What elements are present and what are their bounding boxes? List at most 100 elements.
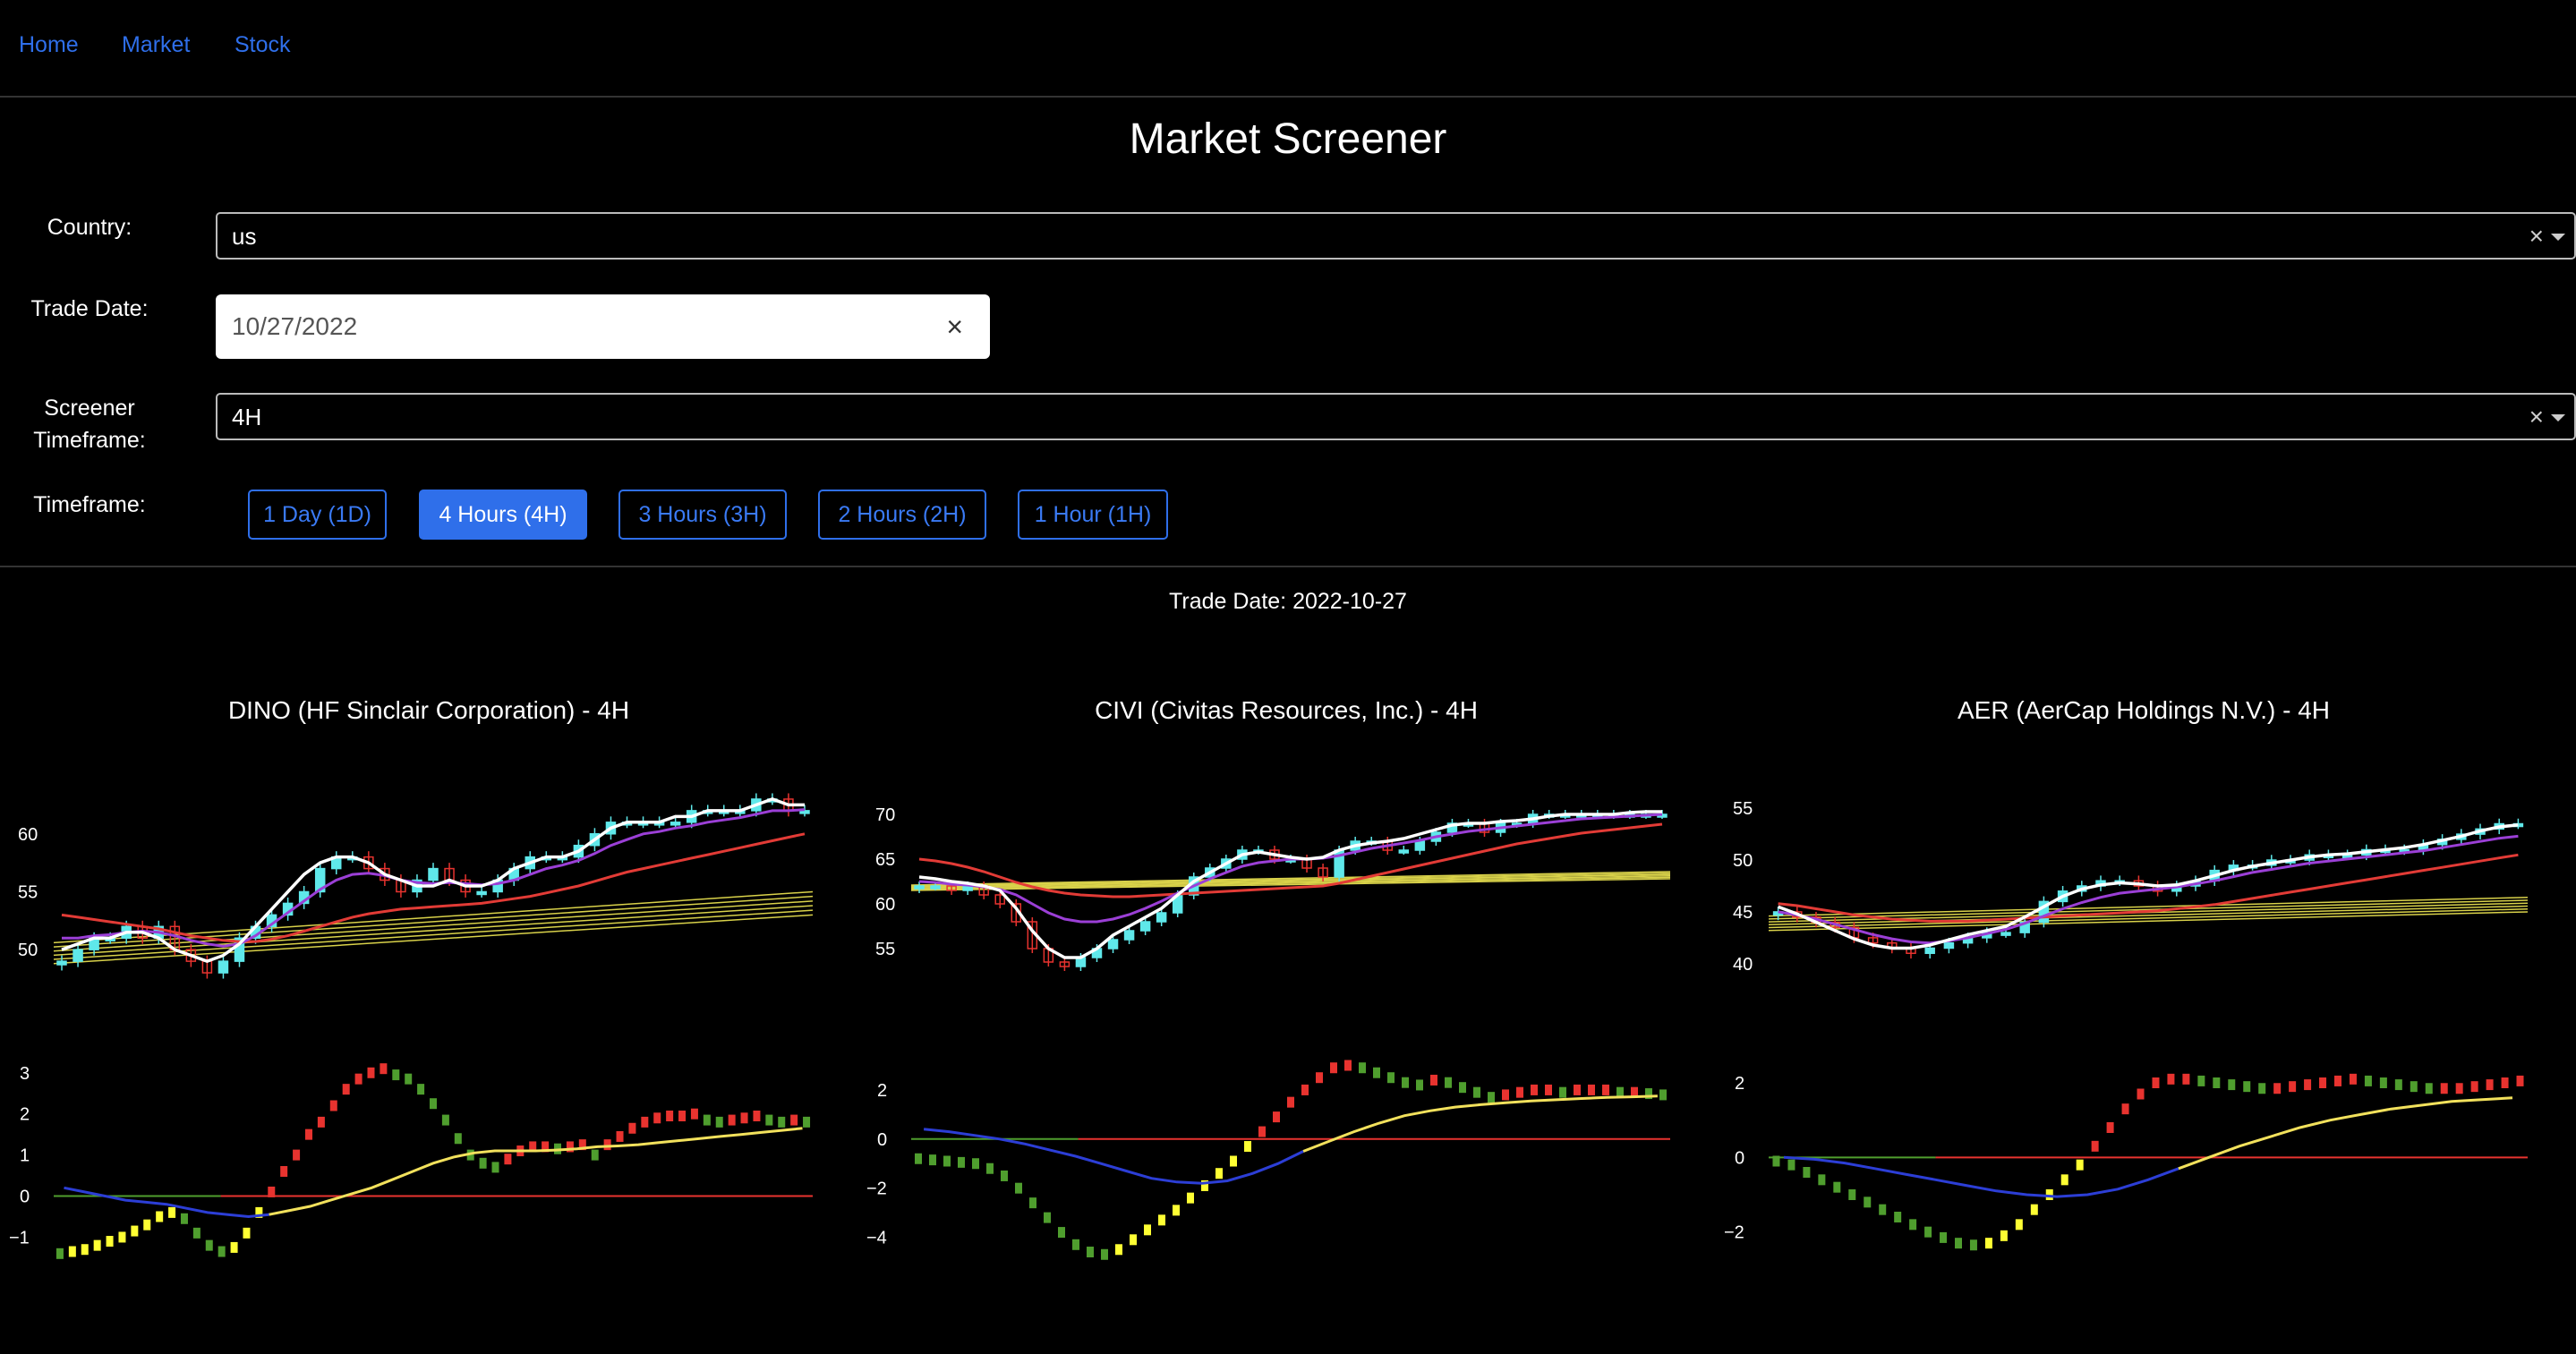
candle-body: [1414, 840, 1426, 851]
osc-histogram-bar: [479, 1157, 487, 1169]
screener-timeframe-label-line1: Screener: [44, 396, 135, 421]
candle-body: [1123, 930, 1135, 941]
osc-histogram-bar: [2243, 1081, 2251, 1093]
osc-histogram-bar: [2470, 1081, 2478, 1093]
osc-histogram-bar: [591, 1149, 599, 1161]
osc-histogram-bar: [441, 1114, 449, 1126]
osc-histogram-bar: [1144, 1224, 1151, 1236]
osc-histogram-bar: [1215, 1168, 1223, 1179]
chevron-down-icon[interactable]: [2551, 414, 2565, 422]
top-nav: Home Market Stock: [0, 0, 2576, 98]
osc-histogram-bar: [2319, 1077, 2327, 1088]
osc-histogram-bar: [790, 1114, 798, 1126]
osc-histogram-bar: [2182, 1073, 2190, 1085]
osc-histogram-bar: [678, 1110, 687, 1121]
signal-line-low: [64, 1186, 269, 1219]
osc-histogram-bar: [2516, 1075, 2524, 1086]
osc-histogram-bar: [929, 1154, 936, 1166]
osc-histogram-bar: [803, 1116, 811, 1128]
page-title: Market Screener: [1129, 115, 1447, 163]
osc-histogram-bar: [1772, 1155, 1780, 1167]
chart-civi: 55 60 65 70 −4 2 0 −2: [866, 805, 1671, 1260]
osc-histogram-bar: [641, 1116, 649, 1128]
osc-histogram-bar: [1559, 1086, 1566, 1098]
osc-histogram-bar: [1258, 1126, 1266, 1137]
osc-histogram-bar: [1359, 1062, 1366, 1074]
osc-histogram-bar: [2000, 1230, 2008, 1241]
osc-histogram-bar: [715, 1116, 723, 1128]
osc-histogram-bar: [405, 1073, 413, 1085]
osc-histogram-bar: [2197, 1075, 2205, 1086]
candle-body: [1943, 941, 1955, 950]
osc-histogram-bar: [81, 1244, 89, 1256]
country-select[interactable]: us ×: [216, 212, 2576, 260]
price-tick-label: 40: [1733, 955, 1753, 975]
nav-stock-link[interactable]: Stock: [235, 32, 291, 58]
osc-histogram-bar: [1894, 1212, 1902, 1222]
osc-histogram-bar: [1473, 1086, 1480, 1098]
timeframe-4h-button[interactable]: 4 Hours (4H): [419, 490, 587, 540]
osc-histogram-bar: [1187, 1192, 1194, 1204]
osc-tick-label: 1: [20, 1146, 30, 1166]
osc-histogram-bar: [915, 1153, 922, 1164]
osc-histogram-bar: [329, 1100, 337, 1111]
osc-histogram-bar: [491, 1162, 499, 1173]
nav-market-link[interactable]: Market: [122, 32, 190, 58]
osc-histogram-bar: [1488, 1092, 1495, 1103]
osc-histogram-bar: [628, 1122, 636, 1134]
timeframe-1h-button[interactable]: 1 Hour (1H): [1018, 490, 1168, 540]
osc-histogram-bar: [106, 1236, 114, 1248]
section-divider: [0, 566, 2576, 567]
ma-long-line: [1768, 896, 2529, 917]
osc-histogram-bar: [317, 1116, 325, 1128]
osc-histogram-bar: [280, 1165, 288, 1177]
osc-histogram-bar: [342, 1084, 350, 1095]
price-tick-label: 55: [875, 940, 895, 959]
osc-histogram-bar: [1244, 1141, 1251, 1153]
candle-body: [476, 890, 487, 896]
price-tick-label: 55: [1733, 799, 1753, 819]
osc-histogram-bar: [2410, 1081, 2418, 1093]
osc-histogram-bar: [703, 1114, 711, 1126]
osc-histogram-bar: [778, 1116, 786, 1128]
osc-histogram-bar: [2425, 1083, 2433, 1094]
osc-histogram-bar: [1173, 1205, 1180, 1216]
osc-histogram-bar: [156, 1211, 164, 1222]
price-tick-label: 65: [875, 850, 895, 870]
osc-histogram-bar: [417, 1084, 425, 1095]
osc-histogram-bar: [728, 1114, 736, 1126]
timeframe-2h-button[interactable]: 2 Hours (2H): [818, 490, 986, 540]
osc-histogram-bar: [1531, 1084, 1538, 1095]
chevron-down-icon[interactable]: [2551, 234, 2565, 241]
osc-tick-label: 2: [1735, 1074, 1744, 1094]
osc-histogram-bar: [55, 1248, 64, 1259]
osc-histogram-bar: [1909, 1219, 1917, 1231]
nav-home-link[interactable]: Home: [19, 32, 79, 58]
country-value: us: [232, 223, 257, 250]
osc-histogram-bar: [1344, 1060, 1352, 1071]
osc-histogram-bar: [2076, 1159, 2084, 1171]
osc-histogram-bar: [1516, 1086, 1523, 1098]
candle-body: [1156, 912, 1167, 923]
trade-date-value: 10/27/2022: [232, 312, 358, 340]
screener-timeframe-select[interactable]: 4H ×: [216, 393, 2576, 440]
osc-histogram-bar: [1230, 1155, 1237, 1167]
osc-histogram-bar: [2091, 1140, 2099, 1152]
timeframe-1d-button[interactable]: 1 Day (1D): [248, 490, 387, 540]
trade-date-input[interactable]: 10/27/2022 ×: [216, 294, 990, 359]
clear-date-icon[interactable]: ×: [946, 311, 963, 344]
candle-body: [2000, 932, 2011, 936]
osc-histogram-bar: [1940, 1231, 1948, 1243]
osc-histogram-bar: [2304, 1079, 2312, 1091]
ma-fast-line: [1777, 822, 2519, 950]
clear-icon[interactable]: ×: [2529, 222, 2544, 251]
screener-timeframe-value: 4H: [232, 404, 262, 430]
price-tick-label: 45: [1733, 903, 1753, 923]
osc-histogram-bar: [454, 1133, 462, 1145]
osc-histogram-bar: [972, 1158, 979, 1170]
osc-histogram-bar: [2440, 1083, 2448, 1094]
signal-line-low: [1783, 1155, 2179, 1198]
osc-histogram-bar: [2349, 1073, 2357, 1085]
timeframe-3h-button[interactable]: 3 Hours (3H): [618, 490, 787, 540]
clear-icon[interactable]: ×: [2529, 403, 2544, 431]
